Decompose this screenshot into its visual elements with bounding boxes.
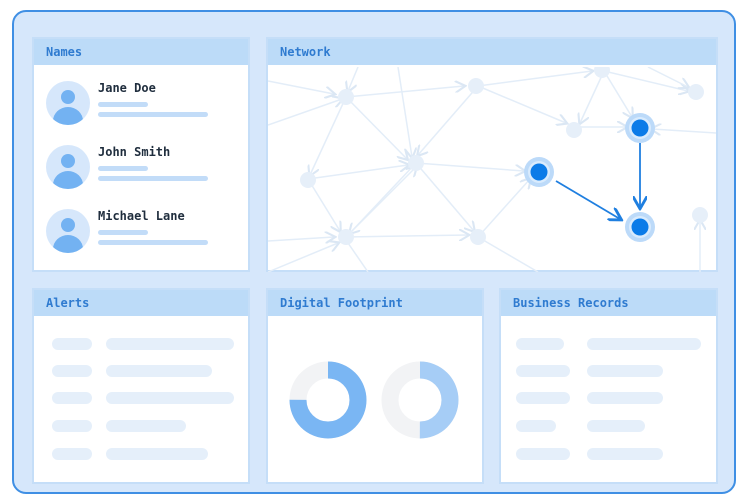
record-row-placeholder <box>516 420 556 432</box>
record-row-placeholder <box>587 338 701 350</box>
donut-right <box>381 361 459 439</box>
record-row-placeholder <box>587 448 663 460</box>
alert-row-placeholder <box>52 392 92 404</box>
contact-detail-placeholder <box>98 112 208 117</box>
alert-row-placeholder <box>106 365 212 377</box>
alerts-panel: Alerts <box>32 288 250 484</box>
alert-row-placeholder <box>106 392 234 404</box>
network-graph[interactable] <box>268 67 716 272</box>
network-node <box>470 229 486 245</box>
footprint-donuts <box>289 361 459 439</box>
alert-row-placeholder <box>52 420 92 432</box>
contact-detail-placeholder <box>98 176 208 181</box>
network-node <box>338 229 354 245</box>
digital-footprint-panel-title: Digital Footprint <box>268 290 482 316</box>
names-panel-title: Names <box>34 39 248 65</box>
network-panel: Network <box>266 37 718 272</box>
record-row-placeholder <box>516 448 570 460</box>
record-row-placeholder <box>587 365 663 377</box>
business-records-panel: Business Records <box>499 288 718 484</box>
record-row-placeholder <box>587 392 663 404</box>
network-node <box>468 78 484 94</box>
network-node <box>566 122 582 138</box>
alert-row-placeholder <box>52 338 92 350</box>
contact-michael-lane[interactable]: Michael Lane <box>46 209 216 255</box>
active-nodes[interactable] <box>524 113 655 242</box>
contact-detail-placeholder <box>98 240 208 245</box>
user-avatar-icon <box>46 145 90 189</box>
business-records-panel-title: Business Records <box>501 290 716 316</box>
alert-row-placeholder <box>106 338 234 350</box>
contact-detail-placeholder <box>98 102 148 107</box>
record-row-placeholder <box>587 420 645 432</box>
digital-footprint-panel: Digital Footprint <box>266 288 484 484</box>
network-node <box>408 155 424 171</box>
contact-name: Michael Lane <box>98 209 185 223</box>
contact-detail-placeholder <box>98 230 148 235</box>
record-row-placeholder <box>516 365 570 377</box>
network-node <box>338 89 354 105</box>
user-avatar-icon <box>46 209 90 253</box>
donut-left <box>289 361 367 439</box>
contact-detail-placeholder <box>98 166 148 171</box>
network-node <box>300 172 316 188</box>
network-node <box>688 84 704 100</box>
alert-row-placeholder <box>106 448 208 460</box>
user-avatar-icon <box>46 81 90 125</box>
alert-row-placeholder <box>52 365 92 377</box>
contact-jane-doe[interactable]: Jane Doe <box>46 81 216 127</box>
network-node <box>692 207 708 223</box>
contact-name: John Smith <box>98 145 171 159</box>
record-row-placeholder <box>516 338 564 350</box>
highlighted-path <box>555 143 640 219</box>
names-panel: Names Jane Doe John Smith Michael Lane <box>32 37 250 272</box>
contact-john-smith[interactable]: John Smith <box>46 145 216 191</box>
record-row-placeholder <box>516 392 570 404</box>
alert-row-placeholder <box>52 448 92 460</box>
network-edges <box>268 67 716 272</box>
network-panel-title: Network <box>268 39 716 65</box>
contact-name: Jane Doe <box>98 81 156 95</box>
alerts-panel-title: Alerts <box>34 290 248 316</box>
alert-row-placeholder <box>106 420 186 432</box>
